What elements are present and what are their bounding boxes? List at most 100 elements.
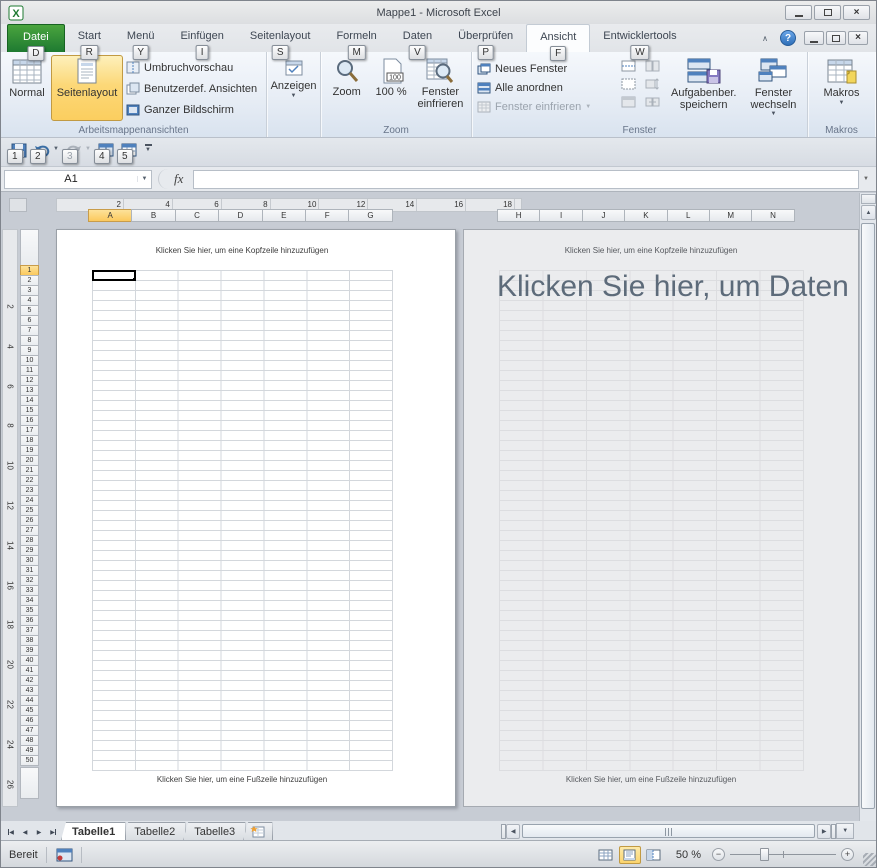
close-button[interactable]: × <box>843 5 870 20</box>
column-header-I[interactable]: I <box>539 209 582 222</box>
full-screen-button[interactable]: Ganzer Bildschirm <box>123 99 260 120</box>
zoom-100-button[interactable]: 100 100 % <box>370 55 411 121</box>
ribbon-tab-datei[interactable]: DateiD <box>7 24 65 52</box>
resize-grip[interactable] <box>863 853 876 866</box>
status-normal-view-button[interactable] <box>595 846 617 864</box>
workbook-minimize-button[interactable] <box>804 31 824 45</box>
zoom-in-button[interactable]: + <box>841 848 854 861</box>
scroll-left-icon[interactable]: ◀ <box>506 824 520 839</box>
cell-grid[interactable] <box>92 270 393 771</box>
page-break-preview-button[interactable]: Umbruchvorschau <box>123 57 260 78</box>
header-placeholder[interactable]: Klicken Sie hier, um eine Kopfzeile hinz… <box>499 246 803 255</box>
switch-windows-button[interactable]: Fenster wechseln ▼ <box>742 55 805 121</box>
synchronous-scrolling-button[interactable] <box>644 77 661 91</box>
column-header-G[interactable]: G <box>348 209 392 222</box>
column-header-E[interactable]: E <box>262 209 306 222</box>
macro-record-button[interactable] <box>55 848 73 862</box>
workbook-restore-button[interactable] <box>826 31 846 45</box>
save-button[interactable]: 1 <box>7 140 30 160</box>
name-box[interactable]: A1 ▼ <box>4 170 152 189</box>
sheet-tab-tabelle3[interactable]: Tabelle3 <box>183 822 246 840</box>
formula-bar-expand-icon[interactable]: ▼ <box>859 176 873 182</box>
column-header-A[interactable]: A <box>88 209 132 222</box>
formula-input[interactable] <box>193 170 859 189</box>
macros-button[interactable]: Makros ▼ <box>812 55 872 121</box>
undo-button[interactable]: 2 <box>30 140 53 160</box>
sheet-tab-tabelle1[interactable]: Tabelle1 <box>61 822 126 840</box>
column-header-K[interactable]: K <box>624 209 667 222</box>
row-header-50[interactable]: 50 <box>20 755 39 766</box>
previous-sheet-button[interactable]: ◀ <box>18 824 32 840</box>
new-window-button[interactable]: Neues Fenster <box>474 59 614 78</box>
column-header-M[interactable]: M <box>709 209 752 222</box>
insert-function-button[interactable]: fx <box>170 171 193 187</box>
hide-window-button[interactable] <box>620 77 637 91</box>
qat-window-button[interactable]: 4 <box>94 140 117 160</box>
ribbon-tab-start[interactable]: StartR <box>65 24 114 52</box>
status-page-layout-button[interactable] <box>619 846 641 864</box>
zoom-slider[interactable] <box>730 848 836 861</box>
vertical-split-handle[interactable] <box>861 194 876 204</box>
collapse-ribbon-icon[interactable]: ∧ <box>756 31 774 46</box>
insert-worksheet-button[interactable] <box>243 822 273 840</box>
zoom-third-button[interactable]: Fenster einfrieren <box>412 55 469 121</box>
horizontal-scrollbar[interactable] <box>520 824 817 839</box>
column-header-J[interactable]: J <box>582 209 625 222</box>
unhide-window-button[interactable] <box>620 95 637 109</box>
ribbon-tab-einfügen[interactable]: EinfügenI <box>167 24 236 52</box>
name-box-dropdown-icon[interactable]: ▼ <box>137 176 151 182</box>
zoom-level[interactable]: 50 % <box>676 849 701 861</box>
add-data-placeholder[interactable]: Klicken Sie hier, um Daten h <box>497 270 859 304</box>
scroll-down-icon[interactable]: ▼ <box>836 823 854 839</box>
ribbon-tab-daten[interactable]: DatenV <box>390 24 445 52</box>
undo-dropdown-icon[interactable]: ▼ <box>53 140 62 152</box>
footer-placeholder[interactable]: Klicken Sie hier, um eine Fußzeile hinzu… <box>92 775 392 784</box>
ribbon-tab-entwicklertools[interactable]: EntwicklertoolsW <box>590 24 689 52</box>
zoom-button[interactable]: Zoom <box>323 55 370 121</box>
select-all-corner[interactable] <box>9 198 27 212</box>
show-button[interactable]: Anzeigen ▼ <box>269 55 318 121</box>
horizontal-scrollbar-thumb[interactable] <box>522 824 815 838</box>
column-header-L[interactable]: L <box>667 209 710 222</box>
help-icon[interactable]: ? <box>780 30 796 46</box>
qat-more-button[interactable]: ▼ <box>140 140 156 153</box>
vertical-scrollbar-thumb[interactable] <box>861 223 875 809</box>
save-workspace-button[interactable]: Aufgabenber. speichern <box>666 55 742 121</box>
column-header-C[interactable]: C <box>175 209 219 222</box>
scroll-up-icon[interactable]: ▲ <box>861 205 876 220</box>
footer-placeholder[interactable]: Klicken Sie hier, um eine Fußzeile hinzu… <box>499 775 803 784</box>
view-side-by-side-button[interactable] <box>644 59 661 73</box>
reset-window-position-button[interactable] <box>644 95 661 109</box>
minimize-button[interactable] <box>785 5 812 20</box>
vertical-scrollbar[interactable]: ▲ <box>859 193 877 821</box>
arrange-all-button[interactable]: Alle anordnen <box>474 78 614 97</box>
ribbon-tab-überprüfen[interactable]: ÜberprüfenP <box>445 24 526 52</box>
workbook-close-button[interactable]: × <box>848 31 868 45</box>
ribbon-tab-ansicht[interactable]: AnsichtF <box>526 24 590 52</box>
freeze-panes-button[interactable]: Fenster einfrieren ▼ <box>474 97 614 116</box>
zoom-out-button[interactable]: − <box>712 848 725 861</box>
status-page-break-button[interactable] <box>643 846 665 864</box>
column-header-H[interactable]: H <box>497 209 540 222</box>
redo-dropdown-icon[interactable]: ▼ <box>85 140 94 152</box>
ribbon-tab-formeln[interactable]: FormelnM <box>323 24 389 52</box>
next-sheet-button[interactable]: ▶ <box>32 824 46 840</box>
column-header-D[interactable]: D <box>218 209 262 222</box>
column-header-N[interactable]: N <box>751 209 794 222</box>
column-header-F[interactable]: F <box>305 209 349 222</box>
last-sheet-button[interactable]: ▶ <box>46 824 60 840</box>
scroll-right-icon[interactable]: ▶ <box>817 824 831 839</box>
restore-button[interactable] <box>814 5 841 20</box>
column-header-B[interactable]: B <box>131 209 175 222</box>
selected-cell-a1[interactable] <box>92 270 136 281</box>
excel-logo-icon[interactable]: X <box>8 5 24 21</box>
ribbon-tab-menü[interactable]: MenüY <box>114 24 168 52</box>
header-placeholder[interactable]: Klicken Sie hier, um eine Kopfzeile hinz… <box>92 246 392 255</box>
cell-grid[interactable] <box>499 270 804 771</box>
redo-button[interactable]: 3 <box>62 140 85 160</box>
split-button[interactable] <box>620 59 637 73</box>
page-layout-view-button[interactable]: Seitenlayout <box>51 55 123 121</box>
ribbon-tab-seitenlayout[interactable]: SeitenlayoutS <box>237 24 324 52</box>
qat-table-button[interactable]: 5 <box>117 140 140 160</box>
zoom-slider-thumb[interactable] <box>760 848 769 861</box>
